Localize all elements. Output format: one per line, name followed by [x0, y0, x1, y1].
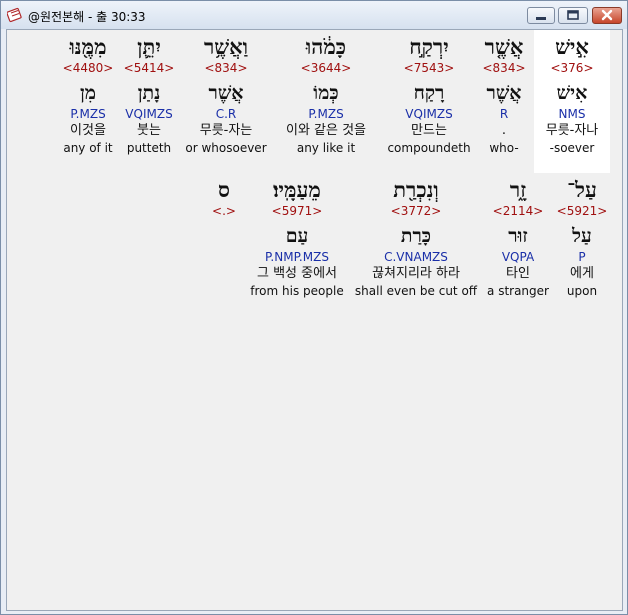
hebrew-word: כָּמֹ֔הוּ: [305, 34, 347, 59]
title-bar[interactable]: @원전본해 - 출 30:33: [1, 1, 627, 29]
morphology: R: [499, 107, 509, 121]
bible-app-icon: [6, 7, 23, 23]
korean-gloss: 붓는: [137, 123, 161, 138]
english-gloss: from his people: [250, 284, 344, 298]
close-icon: [601, 9, 613, 21]
english-gloss: shall even be cut off: [354, 284, 478, 298]
hebrew-word: אִ֣ישׁ: [555, 34, 589, 59]
morphology: P.MZS: [308, 107, 344, 121]
morphology: P: [578, 250, 586, 264]
lemma: אֲשֶׁר: [208, 82, 244, 104]
korean-gloss: 무릇-자나: [545, 123, 599, 138]
strongs-number[interactable]: <.>: [212, 203, 236, 219]
morphology: VQIMZS: [405, 107, 453, 121]
maximize-icon: [567, 10, 579, 20]
morphology: C.R: [215, 107, 237, 121]
word-column[interactable]: וַאֲשֶׁ֥ר <834> אֲשֶׁר C.R 무릇-자는 or whos…: [185, 33, 266, 156]
lemma: עַם: [285, 225, 309, 247]
interlinear-panel[interactable]: אִ֣ישׁ <376> אִישׁ NMS 무릇-자나 -soever אֲש…: [6, 29, 623, 611]
lemma: נָתַן: [137, 82, 161, 104]
korean-gloss: 만드는: [411, 123, 447, 138]
strongs-number[interactable]: <5414>: [124, 60, 175, 76]
hebrew-word: מִמֶּ֖נּוּ: [69, 34, 107, 59]
strongs-number[interactable]: <2114>: [487, 203, 549, 219]
hebrew-word: וְנִכְרַ֖ת: [393, 177, 439, 202]
word-column[interactable]: מִמֶּ֖נּוּ <4480> מִן P.MZS 이것을 any of i…: [63, 33, 114, 156]
lemma: רָקַח: [413, 82, 445, 104]
english-gloss: putteth: [126, 141, 172, 155]
word-column[interactable]: יִרְקַ֣ח <7543> רָקַח VQIMZS 만드는 compoun…: [387, 33, 470, 156]
lemma: כְּמוֹ: [313, 82, 339, 104]
word-column[interactable]: זָ֑ר <2114> זוּר VQPA 타인 a stranger: [487, 176, 549, 299]
korean-gloss: .: [501, 123, 507, 138]
lemma: אִישׁ: [556, 82, 588, 104]
hebrew-word: יִרְקַ֣ח: [409, 34, 449, 59]
english-gloss: a stranger: [487, 284, 549, 298]
korean-gloss: 끊쳐지리라 하라: [372, 266, 460, 281]
minimize-button[interactable]: [527, 7, 555, 24]
hebrew-word: יִתֵּ֛ן: [137, 34, 161, 59]
close-button[interactable]: [592, 7, 622, 24]
window-title: @원전본해 - 출 30:33: [28, 10, 146, 24]
english-gloss: compoundeth: [387, 141, 471, 155]
english-gloss: any like it: [296, 141, 356, 155]
lemma: עַל: [572, 225, 592, 247]
word-column[interactable]: ס <.>: [212, 176, 236, 219]
korean-gloss: 그 백성 중에서: [256, 266, 338, 281]
morphology: VQPA: [501, 250, 535, 264]
hebrew-word: עַל־: [567, 177, 597, 202]
korean-gloss: 이와 같은 것을: [285, 123, 367, 138]
hebrew-word: ס: [218, 177, 230, 202]
english-gloss: -soever: [549, 141, 595, 155]
english-gloss: or whosoever: [185, 141, 267, 155]
minimize-icon: [536, 17, 546, 20]
strongs-number[interactable]: <834>: [185, 60, 266, 76]
lemma: זוּר: [508, 225, 528, 247]
strongs-number[interactable]: <376>: [534, 60, 610, 76]
maximize-button[interactable]: [558, 7, 588, 24]
hebrew-word: וַאֲשֶׁ֥ר: [203, 34, 249, 59]
hebrew-word: זָ֑ר: [509, 177, 527, 202]
morphology: P.NMP.MZS: [265, 250, 329, 264]
word-column[interactable]: אֲשֶׁ֤ר <834> אֲשֶׁר R . who-: [482, 33, 525, 156]
strongs-number[interactable]: <5971>: [250, 203, 343, 219]
english-gloss: any of it: [63, 141, 113, 155]
korean-gloss: 에게: [570, 266, 594, 281]
strongs-number[interactable]: <3644>: [286, 60, 366, 76]
morphology: VQIMZS: [125, 107, 173, 121]
word-column[interactable]: יִתֵּ֛ן <5414> נָתַן VQIMZS 붓는 putteth: [124, 33, 175, 156]
morphology: C.VNAMZS: [384, 250, 448, 264]
app-window: @원전본해 - 출 30:33 אִ֣ישׁ <376> אִישׁ NMS 무…: [0, 0, 628, 615]
strongs-number[interactable]: <4480>: [63, 60, 114, 76]
strongs-number[interactable]: <7543>: [387, 60, 470, 76]
lemma: מִן: [79, 82, 97, 104]
word-column[interactable]: כָּמֹ֔הוּ <3644> כְּמוֹ P.MZS 이와 같은 것을 a…: [286, 33, 366, 156]
word-column[interactable]: עַל־ <5921> עַל P 에게 upon: [557, 176, 608, 299]
english-gloss: upon: [566, 284, 598, 298]
word-column[interactable]: אִ֣ישׁ <376> אִישׁ NMS 무릇-자나 -soever: [534, 30, 610, 173]
word-column[interactable]: וְנִכְרַ֖ת <3772> כָּרַת C.VNAMZS 끊쳐지리라 …: [355, 176, 477, 299]
strongs-number[interactable]: <5921>: [557, 203, 608, 219]
morphology: NMS: [558, 107, 586, 121]
lemma: אֲשֶׁר: [486, 82, 522, 104]
strongs-number[interactable]: <834>: [482, 60, 525, 76]
korean-gloss: 이것을: [70, 123, 106, 138]
word-column[interactable]: מֵעַמָּֽיו׃ <5971> עַם P.NMP.MZS 그 백성 중에…: [250, 176, 343, 299]
morphology: P.MZS: [70, 107, 106, 121]
hebrew-word: מֵעַמָּֽיו׃: [273, 177, 321, 202]
korean-gloss: 타인: [506, 266, 530, 281]
strongs-number[interactable]: <3772>: [355, 203, 477, 219]
english-gloss: who-: [489, 141, 519, 155]
hebrew-word: אֲשֶׁ֤ר: [484, 34, 524, 59]
lemma: כָּרַת: [400, 225, 432, 247]
korean-gloss: 무릇-자는: [199, 123, 253, 138]
